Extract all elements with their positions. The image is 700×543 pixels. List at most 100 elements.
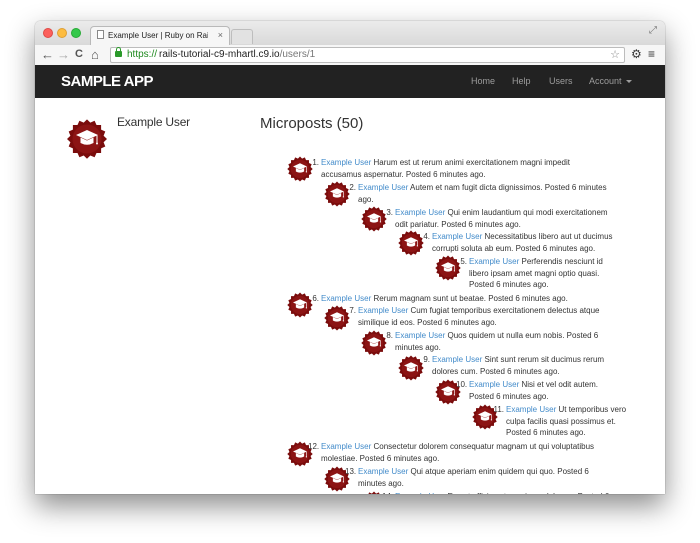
micropost-item: 9. Example User Sint sunt rerum sit ducim… (423, 354, 665, 377)
micropost-line: Example User Qui atque aperiam enim quid… (358, 466, 638, 478)
micropost-content: Perferendis nesciunt id (521, 257, 603, 266)
micropost-user-link[interactable]: Example User (395, 331, 445, 340)
micropost-number: 10. (456, 380, 468, 389)
micropost-line: Example User Qui enim laudantium qui mod… (395, 207, 645, 219)
micropost-content: Autem et nam fugit dicta dignissimos. Po… (410, 183, 607, 192)
nav-account-label: Account (589, 76, 622, 86)
micropost-item: 6. Example User Rerum magnam sunt ut beat… (312, 293, 651, 305)
micropost-number: 13. (345, 467, 357, 476)
micropost-user-link[interactable]: Example User (395, 208, 445, 217)
micropost-user-link[interactable]: Example User (395, 492, 445, 494)
micropost-content: similique id eos. Posted 6 minutes ago. (358, 317, 497, 327)
home-icon[interactable]: ⌂ (91, 47, 99, 62)
micropost-item: 4. Example User Necessitatibus libero aut… (423, 231, 665, 254)
micropost-number: 5. (460, 257, 467, 266)
micropost-content: libero ipsam amet magni optio quasi. (469, 268, 600, 278)
browser-tab[interactable]: Example User | Ruby on Rails × (90, 26, 230, 45)
menu-icon[interactable]: ≡ (648, 47, 655, 61)
micropost-content: Qui enim laudantium qui modi exercitatio… (447, 208, 608, 217)
micropost-line: Example User Quos quidem ut nulla eum no… (395, 330, 655, 342)
micropost-content: molestiae. Posted 6 minutes ago. (321, 453, 440, 463)
tab-bar: Example User | Ruby on Rails × ⤢ (35, 21, 665, 45)
micropost-line: Example User Perferendis nesciunt id (469, 256, 665, 268)
micropost-content: culpa facilis quasi possimus et. (506, 416, 616, 426)
micropost-item: 12. Example User Consectetur dolorem cons… (308, 441, 651, 464)
micropost-line: Example User Harum est ut rerum animi ex… (321, 157, 651, 169)
micropost-line: Example User Eos et officia est possimus… (395, 491, 655, 494)
micropost-content: Posted 6 minutes ago. (469, 391, 549, 401)
micropost-line: Example User Rerum magnam sunt ut beatae… (321, 293, 651, 305)
micropost-content: Rerum magnam sunt ut beatae. Posted 6 mi… (373, 294, 568, 303)
microposts-heading: Microposts (50) (260, 115, 364, 132)
micropost-number: 8. (386, 331, 393, 340)
window-minimize-button[interactable] (57, 28, 67, 38)
new-tab-button[interactable] (231, 29, 253, 44)
micropost-user-link[interactable]: Example User (321, 158, 371, 167)
micropost-content: ago. (358, 194, 374, 204)
fullscreen-icon[interactable]: ⤢ (649, 25, 657, 36)
micropost-user-link[interactable]: Example User (321, 442, 371, 451)
page-icon (97, 30, 104, 39)
tab-title: Example User | Ruby on Rails (108, 31, 208, 40)
nav-help-link[interactable]: Help (512, 76, 531, 86)
micropost-number: 6. (312, 294, 319, 303)
address-bar[interactable]: https:// rails-tutorial-c9-mhartl.c9.io/… (110, 47, 625, 63)
chevron-down-icon (625, 80, 632, 84)
url-text: rails-tutorial-c9-mhartl.c9.io/users/1 (159, 48, 315, 62)
micropost-line: Example User Cum fugiat temporibus exerc… (358, 305, 658, 317)
sample-app-logo[interactable]: SAMPLE APP (61, 73, 153, 90)
micropost-number: 11. (493, 405, 504, 414)
micropost-item: 11. Example User Ut temporibus vero culpa … (493, 404, 665, 439)
nav-users-link[interactable]: Users (549, 76, 573, 86)
micropost-line: Example User Necessitatibus libero aut u… (432, 231, 665, 243)
tab-close-icon[interactable]: × (218, 27, 223, 44)
micropost-content: minutes ago. (395, 342, 441, 352)
micropost-content: dolores cum. Posted 6 minutes ago. (432, 366, 560, 376)
micropost-content: Necessitatibus libero aut ut ducimus (484, 232, 613, 241)
lock-icon (115, 47, 122, 57)
window-zoom-button[interactable] (71, 28, 81, 38)
micropost-number: 12. (308, 442, 320, 451)
micropost-user-link[interactable]: Example User (506, 405, 556, 414)
micropost-line: Example User Nisi et vel odit autem. (469, 379, 665, 391)
window-close-button[interactable] (43, 28, 53, 38)
micropost-content: Qui atque aperiam enim quidem qui quo. P… (410, 467, 589, 476)
forward-icon[interactable]: → (57, 47, 70, 62)
micropost-number: 7. (349, 306, 356, 315)
micropost-line: Example User Ut temporibus vero (506, 404, 665, 416)
micropost-item: 2. Example User Autem et nam fugit dicta … (349, 182, 665, 205)
micropost-content: minutes ago. (358, 478, 404, 488)
browser-toolbar: ← → C ⌂ https:// rails-tutorial-c9-mhart… (35, 45, 665, 66)
nav-home-link[interactable]: Home (471, 76, 495, 86)
micropost-item: 1. Example User Harum est ut rerum animi … (312, 157, 651, 180)
page-content: Example User Microposts (50) 1. Example U… (35, 98, 665, 494)
url-scheme: https:// (127, 49, 158, 60)
reload-icon[interactable]: C (75, 47, 83, 62)
back-icon[interactable]: ← (41, 47, 54, 62)
micropost-user-link[interactable]: Example User (469, 380, 519, 389)
url-path: /users/1 (279, 49, 316, 60)
micropost-user-link[interactable]: Example User (321, 294, 371, 303)
url-host: rails-tutorial-c9-mhartl.c9.io (159, 49, 280, 60)
micropost-item: 13. Example User Qui atque aperiam enim q… (345, 466, 638, 489)
micropost-user-link[interactable]: Example User (358, 183, 408, 192)
user-avatar (66, 118, 108, 160)
micropost-user-link[interactable]: Example User (358, 306, 408, 315)
settings-gear-icon[interactable]: ⚙ (631, 47, 642, 61)
bookmark-star-icon[interactable]: ☆ (610, 48, 620, 62)
micropost-number: 14. (382, 491, 393, 494)
profile-name: Example User (117, 115, 190, 129)
micropost-content: Posted 6 minutes ago. (506, 428, 586, 437)
micropost-content: Quos quidem ut nulla eum nobis. Posted 6 (447, 331, 599, 340)
micropost-item: 7. Example User Cum fugiat temporibus exe… (349, 305, 658, 328)
micropost-content: Consectetur dolorem consequatur magnam u… (373, 442, 595, 451)
micropost-user-link[interactable]: Example User (469, 257, 519, 266)
micropost-number: 1. (312, 158, 319, 167)
micropost-user-link[interactable]: Example User (358, 467, 408, 476)
micropost-content: Ut temporibus vero (558, 405, 627, 414)
nav-account-dropdown[interactable]: Account (589, 76, 632, 86)
micropost-content: Eos et officia est possimus dolorem. Pos… (447, 492, 609, 494)
micropost-user-link[interactable]: Example User (432, 232, 482, 241)
micropost-user-link[interactable]: Example User (432, 355, 482, 364)
micropost-number: 3. (386, 208, 393, 217)
